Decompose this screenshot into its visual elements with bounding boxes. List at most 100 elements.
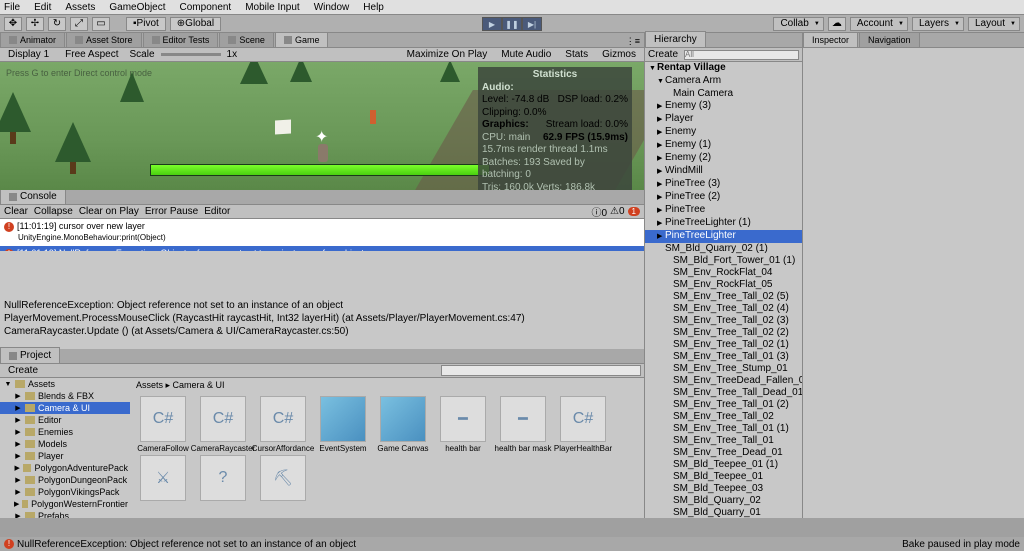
pivot-toggle[interactable]: ▪ Pivot [126, 17, 166, 31]
asset-CursorAffordance[interactable]: C#CursorAffordance [254, 396, 312, 453]
info-count[interactable]: ⓘ0 [591, 204, 607, 219]
pause-button[interactable]: ❚❚ [502, 17, 522, 31]
hierarchy-item[interactable]: SM_Env_Tree_Tall_02 (3) [645, 315, 802, 327]
asset-Game Canvas[interactable]: Game Canvas [374, 396, 432, 453]
folder-polygonadventurepack[interactable]: ▶PolygonAdventurePack [0, 462, 130, 474]
folder-polygondungeonpack[interactable]: ▶PolygonDungeonPack [0, 474, 130, 486]
aspect-dropdown[interactable]: Free Aspect [60, 49, 123, 60]
menu-gameobject[interactable]: GameObject [109, 2, 165, 13]
tab-editor-tests[interactable]: Editor Tests [143, 32, 219, 47]
folder-assets[interactable]: ▼Assets [0, 378, 130, 390]
global-toggle[interactable]: ⊕ Global [170, 17, 221, 31]
menu-assets[interactable]: Assets [65, 2, 95, 13]
hierarchy-item[interactable]: ▶PineTreeLighter [645, 230, 802, 243]
scale-tool[interactable]: ⤢ [70, 17, 88, 31]
menu-mobile input[interactable]: Mobile Input [245, 2, 299, 13]
tab-hierarchy[interactable]: Hierarchy [645, 31, 706, 47]
move-tool[interactable]: ✢ [26, 17, 44, 31]
rotate-tool[interactable]: ↻ [48, 17, 66, 31]
asset-health bar mask[interactable]: ━health bar mask [494, 396, 552, 453]
project-search[interactable] [441, 365, 641, 376]
folder-tree[interactable]: ▼Assets▶Blends & FBX▶Camera & UI▶Editor▶… [0, 378, 130, 518]
hierarchy-item[interactable]: SM_Env_RockFlat_04 [645, 267, 802, 279]
hierarchy-item[interactable]: ▶PineTree (2) [645, 191, 802, 204]
asset-quest[interactable]: ? [194, 455, 252, 503]
warn-count[interactable]: ⚠0 [610, 206, 625, 217]
hierarchy-item[interactable]: SM_Bld_Fort_Tower_01 (1) [645, 255, 802, 267]
tab-animator[interactable]: Animator [0, 32, 65, 47]
hierarchy-create[interactable]: Create [648, 49, 678, 60]
hierarchy-item[interactable]: ▼Rentap Village [645, 62, 802, 75]
hierarchy-item[interactable]: SM_Env_TreeDead_Fallen_01 [645, 375, 802, 387]
hand-tool[interactable]: ✥ [4, 17, 22, 31]
console-message[interactable]: ![11:01:19] cursor over new layerUnityEn… [0, 219, 644, 246]
folder-editor[interactable]: ▶Editor [0, 414, 130, 426]
folder-enemies[interactable]: ▶Enemies [0, 426, 130, 438]
hierarchy-item[interactable]: SM_Bld_Quarry_02 [645, 495, 802, 507]
bottom-error-text[interactable]: NullReferenceException: Object reference… [17, 539, 356, 550]
scale-slider[interactable] [161, 53, 221, 56]
tab-asset-store[interactable]: Asset Store [66, 32, 142, 47]
stats[interactable]: Stats [560, 49, 593, 60]
layout-dropdown[interactable]: Layout [968, 17, 1020, 31]
rect-tool[interactable]: ▭ [92, 17, 110, 31]
hierarchy-item[interactable]: SM_Env_Tree_Tall_02 (4) [645, 303, 802, 315]
create-dropdown[interactable]: Create [3, 365, 43, 376]
console-clear[interactable]: Clear [4, 206, 28, 217]
hierarchy-item[interactable]: SM_Bld_Teepee_01 [645, 471, 802, 483]
hierarchy-list[interactable]: ▼Rentap Village▼Camera ArmMain Camera▶En… [645, 62, 802, 518]
hierarchy-item[interactable]: SM_Bld_Teepee_01 (1) [645, 459, 802, 471]
hierarchy-item[interactable]: SM_Env_Tree_Stump_01 [645, 363, 802, 375]
menu-window[interactable]: Window [314, 2, 350, 13]
hierarchy-item[interactable]: SM_Bld_Teepee_03 [645, 483, 802, 495]
folder-prefabs[interactable]: ▶Prefabs [0, 510, 130, 518]
asset-sword[interactable]: ⚔ [134, 455, 192, 503]
layers-dropdown[interactable]: Layers [912, 17, 964, 31]
hierarchy-item[interactable]: SM_Env_Tree_Tall_01 (3) [645, 351, 802, 363]
hierarchy-item[interactable]: ▶Enemy (3) [645, 100, 802, 113]
asset-EventSystem[interactable]: EventSystem [314, 396, 372, 453]
folder-models[interactable]: ▶Models [0, 438, 130, 450]
folder-player[interactable]: ▶Player [0, 450, 130, 462]
asset-CameraFollow[interactable]: C#CameraFollow [134, 396, 192, 453]
hierarchy-item[interactable]: ▶Enemy [645, 126, 802, 139]
asset-pick[interactable]: ⛏ [254, 455, 312, 503]
menu-component[interactable]: Component [180, 2, 232, 13]
gizmos[interactable]: Gizmos [597, 49, 641, 60]
hierarchy-item[interactable]: Main Camera [645, 88, 802, 100]
hierarchy-item[interactable]: SM_Env_Tree_Dead_01 [645, 447, 802, 459]
hierarchy-item[interactable]: ▼Camera Arm [645, 75, 802, 88]
menu-file[interactable]: File [4, 2, 20, 13]
console-collapse[interactable]: Collapse [34, 206, 73, 217]
hierarchy-item[interactable]: SM_Env_Tree_Tall_01 (2) [645, 399, 802, 411]
hierarchy-item[interactable]: ▶Player [645, 113, 802, 126]
hierarchy-item[interactable]: SM_Bld_Quarry_02 (1) [645, 243, 802, 255]
account-dropdown[interactable]: Account [850, 17, 908, 31]
cloud-icon[interactable]: ☁ [828, 17, 846, 31]
collab-dropdown[interactable]: Collab [773, 17, 823, 31]
error-count[interactable]: 1 [628, 207, 640, 216]
mute-audio[interactable]: Mute Audio [496, 49, 556, 60]
folder-camera---ui[interactable]: ▶Camera & UI [0, 402, 130, 414]
tab-inspector[interactable]: Inspector [803, 32, 858, 47]
console-error-pause[interactable]: Error Pause [145, 206, 198, 217]
hierarchy-item[interactable]: SM_Env_Tree_Tall_01 (1) [645, 423, 802, 435]
tab-scene[interactable]: Scene [219, 32, 274, 47]
folder-polygonwesternfrontier[interactable]: ▶PolygonWesternFrontier [0, 498, 130, 510]
hierarchy-item[interactable]: ▶WindMill [645, 165, 802, 178]
hierarchy-item[interactable]: SM_Env_Tree_Tall_01 [645, 435, 802, 447]
asset-PlayerHealthBar[interactable]: C#PlayerHealthBar [554, 396, 612, 453]
hierarchy-search[interactable] [684, 50, 799, 60]
asset-grid[interactable]: C#CameraFollowC#CameraRaycasterC#CursorA… [130, 392, 644, 518]
tab-console[interactable]: Console [0, 188, 66, 204]
hierarchy-item[interactable]: ▶PineTree (3) [645, 178, 802, 191]
hierarchy-item[interactable]: SM_Env_Tree_Tall_02 (2) [645, 327, 802, 339]
asset-CameraRaycaster[interactable]: C#CameraRaycaster [194, 396, 252, 453]
hierarchy-item[interactable]: ▶PineTreeLighter (1) [645, 217, 802, 230]
folder-blends---fbx[interactable]: ▶Blends & FBX [0, 390, 130, 402]
maximize-on-play[interactable]: Maximize On Play [402, 49, 493, 60]
asset-health bar[interactable]: ━health bar [434, 396, 492, 453]
tab-game[interactable]: Game [275, 32, 329, 47]
menu-help[interactable]: Help [363, 2, 384, 13]
folder-polygonvikingspack[interactable]: ▶PolygonVikingsPack [0, 486, 130, 498]
